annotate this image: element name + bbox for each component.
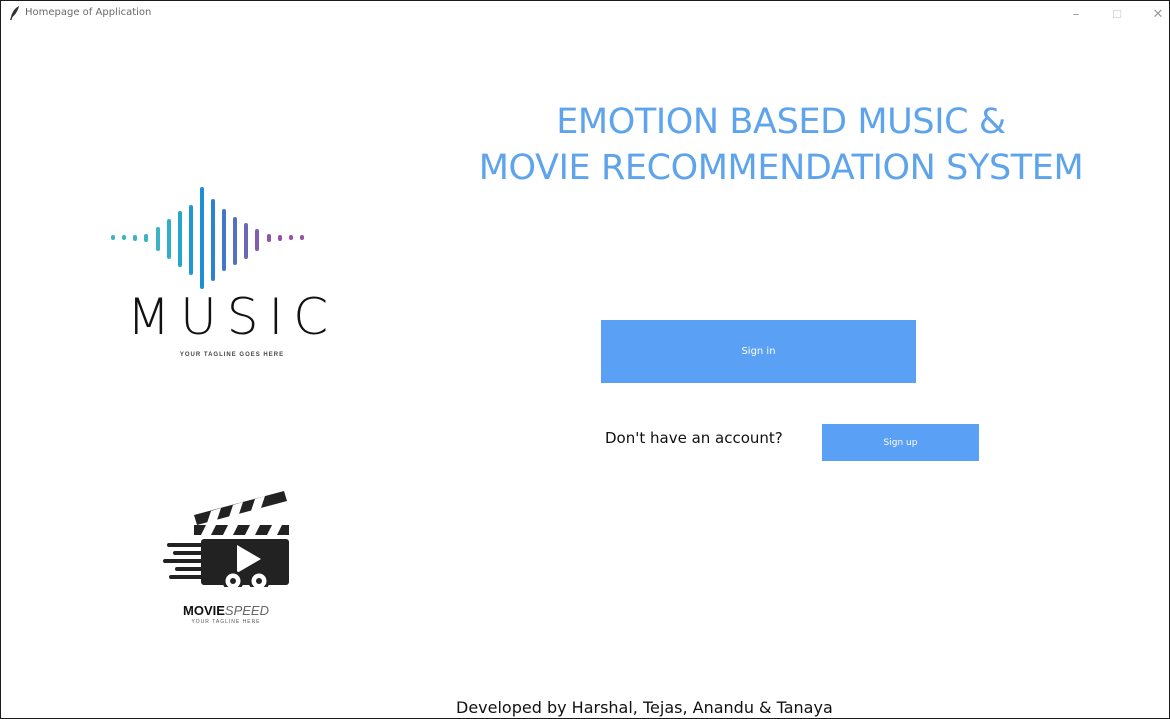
page-title-line-1: EMOTION BASED MUSIC & <box>556 102 1006 142</box>
minimize-button[interactable]: – <box>1061 3 1091 27</box>
movie-logo-text-light: SPEED <box>224 603 269 618</box>
movie-logo-text-bold: MOVIE <box>183 603 225 618</box>
page-title-line-2: MOVIE RECOMMENDATION SYSTEM <box>478 148 1084 188</box>
window-title: Homepage of Application <box>25 7 152 18</box>
feather-icon <box>10 6 19 20</box>
sign-in-button[interactable]: Sign in <box>601 320 916 383</box>
movie-clapperboard-icon <box>163 491 289 587</box>
close-button[interactable]: ✕ <box>1143 3 1169 27</box>
no-account-label: Don't have an account? <box>605 429 783 447</box>
credits-footer: Developed by Harshal, Tejas, Anandu & Ta… <box>456 698 833 717</box>
application-window: Homepage of Application – ☐ ✕ EMOTION BA… <box>0 0 1170 719</box>
sign-up-button[interactable]: Sign up <box>822 424 979 461</box>
music-logo-text: MUSIC <box>127 288 339 346</box>
music-logo-tagline: YOUR TAGLINE GOES HERE <box>179 352 285 358</box>
title-bar: Homepage of Application – ☐ ✕ <box>1 1 1169 31</box>
movie-logo-text: MOVIESPEED <box>161 603 291 618</box>
maximize-button[interactable]: ☐ <box>1102 3 1132 27</box>
page-title: EMOTION BASED MUSIC & MOVIE RECOMMENDATI… <box>421 99 1141 191</box>
movie-logo-tagline: YOUR TAGLINE HERE <box>191 619 261 625</box>
